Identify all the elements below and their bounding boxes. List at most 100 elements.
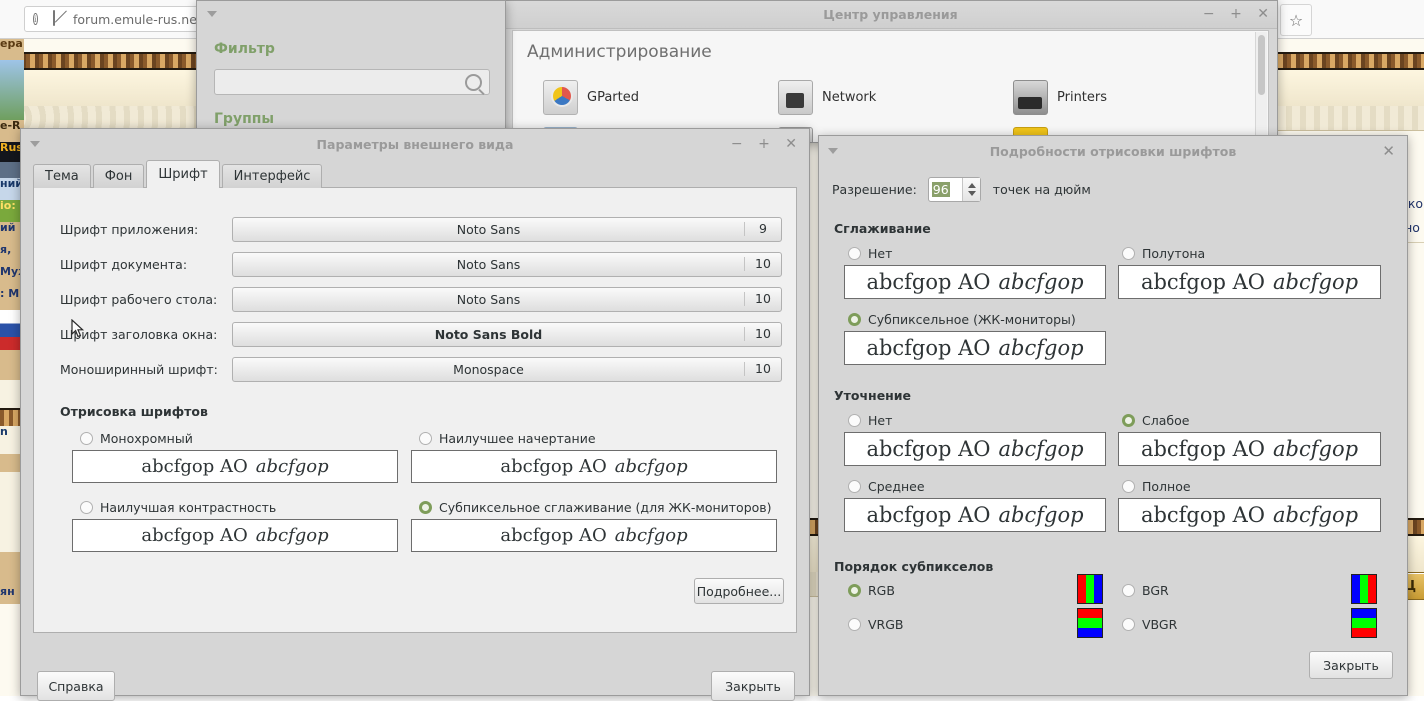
font-row-desktop: Шрифт рабочего стола: Noto Sans 10 [60, 286, 782, 312]
groups-label: Группы [214, 111, 275, 127]
radio-indicator [848, 247, 861, 260]
font-picker-button[interactable]: Noto Sans Bold 10 [232, 321, 782, 347]
font-picker-button[interactable]: Monospace 10 [232, 356, 782, 382]
resolution-unit: точек на дюйм [992, 182, 1091, 197]
radio-indicator [1122, 247, 1135, 260]
details-titlebar[interactable]: Подробности отрисовки шрифтов ✕ [819, 136, 1407, 167]
appearance-settings-window[interactable]: Параметры внешнего вида − + ✕ Тема Фон Ш… [20, 128, 810, 701]
radio-indicator [848, 618, 861, 631]
preview-hinting-none: abcfgop AO abcfgop [844, 432, 1106, 466]
minimize-button[interactable]: − [1203, 6, 1215, 22]
appearance-titlebar[interactable]: Параметры внешнего вида − + ✕ [21, 129, 809, 160]
cc-item-network[interactable]: Network [778, 80, 876, 115]
window-menu-icon[interactable] [207, 11, 217, 17]
font-rendering-title: Отрисовка шрифтов [60, 404, 208, 419]
tab-font[interactable]: Шрифт [146, 160, 220, 188]
stepper-arrows[interactable] [961, 178, 980, 201]
control-center-window-buttons[interactable]: − + ✕ [1192, 1, 1269, 28]
network-icon [778, 80, 813, 115]
font-details-window[interactable]: Подробности отрисовки шрифтов ✕ Разрешен… [818, 135, 1408, 696]
font-size: 10 [744, 327, 781, 341]
preview-text-italic: abcfgop [614, 525, 688, 546]
chevron-down-icon[interactable] [967, 191, 976, 196]
resolution-label: Разрешение: [832, 182, 917, 197]
radio-subpixel-rgb[interactable]: RGB [848, 583, 895, 598]
chevron-up-icon[interactable] [967, 183, 976, 188]
preview-text-plain: abcfgop AO [866, 437, 991, 461]
minimize-button[interactable]: − [731, 136, 743, 152]
close-icon[interactable]: ✕ [1382, 142, 1395, 160]
font-name: Noto Sans [456, 221, 521, 237]
appearance-title: Параметры внешнего вида [316, 137, 514, 152]
radio-label: Наилучшая контрастность [100, 500, 277, 515]
radio-label: BGR [1142, 583, 1169, 598]
filter-label: Фильтр [214, 41, 275, 57]
maximize-button[interactable]: + [1230, 6, 1242, 22]
radio-hinting-slight[interactable]: Слабое [1122, 413, 1189, 428]
printer-icon [1013, 80, 1048, 115]
radio-label: Нет [868, 246, 893, 261]
radio-label: Полутона [1142, 246, 1206, 261]
radio-subpixel-vrgb[interactable]: VRGB [848, 617, 904, 632]
radio-subpixel-smoothing[interactable]: Субпиксельное сглаживание (для ЖК-монито… [419, 500, 772, 515]
tab-background[interactable]: Фон [92, 164, 145, 188]
font-tab-panel: Шрифт приложения: Noto Sans 9 Шрифт доку… [33, 187, 797, 633]
tab-interface[interactable]: Интерфейс [221, 164, 323, 188]
cc-item-gparted[interactable]: GParted [543, 80, 639, 115]
close-button[interactable]: ✕ [1257, 6, 1269, 22]
swatch-vrgb [1077, 608, 1103, 638]
details-title: Подробности отрисовки шрифтов [989, 144, 1237, 159]
appearance-close-button[interactable]: Закрыть [711, 671, 795, 701]
resolution-row: Разрешение: 96 точек на дюйм [832, 177, 1091, 202]
radio-indicator [1122, 414, 1135, 427]
star-icon[interactable]: ☆ [1280, 4, 1312, 36]
search-input[interactable] [214, 69, 490, 95]
details-close-button[interactable]: Закрыть [1309, 651, 1393, 679]
control-center-titlebar[interactable]: Центр управления − + ✕ [504, 1, 1277, 29]
help-button[interactable]: Справка [37, 671, 115, 701]
preview-subpixel-smoothing: abcfgop AO abcfgop [411, 519, 777, 552]
font-picker-button[interactable]: Noto Sans 10 [232, 286, 782, 312]
appearance-window-buttons[interactable]: − + ✕ [720, 129, 797, 160]
details-button[interactable]: Подробнее... [694, 578, 784, 604]
preview-monochrome: abcfgop AO abcfgop [72, 450, 398, 483]
radio-hinting-medium[interactable]: Среднее [848, 479, 925, 494]
radio-antialias-grayscale[interactable]: Полутона [1122, 246, 1205, 261]
radio-indicator [1122, 618, 1135, 631]
font-name: Monospace [453, 361, 524, 377]
font-picker-button[interactable]: Noto Sans 10 [232, 251, 782, 277]
font-picker-button[interactable]: Noto Sans 9 [232, 216, 782, 242]
radio-best-contrast[interactable]: Наилучшая контрастность [80, 500, 276, 515]
preview-text-plain: abcfgop AO [866, 336, 991, 360]
preview-text-plain: abcfgop AO [866, 503, 991, 527]
control-center-window[interactable]: Центр управления − + ✕ Администрирование… [503, 0, 1278, 143]
swatch-vbgr [1351, 608, 1377, 638]
radio-hinting-none[interactable]: Нет [848, 413, 892, 428]
radio-subpixel-vbgr[interactable]: VBGR [1122, 617, 1177, 632]
radio-label: VBGR [1142, 617, 1178, 632]
radio-monochrome[interactable]: Монохромный [80, 431, 193, 446]
font-name: Noto Sans [456, 256, 521, 272]
no-script-icon[interactable] [53, 10, 69, 27]
radio-best-shapes[interactable]: Наилучшее начертание [419, 431, 596, 446]
info-circle-icon[interactable]: i [33, 11, 49, 27]
radio-antialias-none[interactable]: Нет [848, 246, 892, 261]
tab-theme[interactable]: Тема [33, 164, 91, 188]
control-center-scrollbar[interactable] [1255, 32, 1267, 141]
close-button[interactable]: ✕ [785, 136, 797, 152]
cc-item-printers[interactable]: Printers [1013, 80, 1107, 115]
radio-hinting-full[interactable]: Полное [1122, 479, 1191, 494]
resolution-stepper[interactable]: 96 [927, 177, 981, 202]
filter-panel-window[interactable]: Фильтр Группы [196, 0, 506, 140]
radio-antialias-subpixel[interactable]: Субпиксельное (ЖК-мониторы) [848, 312, 1076, 327]
preview-hinting-slight: abcfgop AO abcfgop [1118, 432, 1381, 466]
radio-subpixel-bgr[interactable]: BGR [1122, 583, 1169, 598]
radio-indicator [848, 480, 861, 493]
subpixel-order-title: Порядок субпикселов [834, 559, 994, 574]
mouse-cursor-icon [71, 319, 84, 338]
maximize-button[interactable]: + [758, 136, 770, 152]
radio-indicator [848, 313, 861, 326]
appearance-tabs[interactable]: Тема Фон Шрифт Интерфейс [33, 160, 324, 188]
radio-label: VRGB [868, 617, 904, 632]
radio-label: Субпиксельное сглаживание (для ЖК-монито… [439, 500, 772, 515]
